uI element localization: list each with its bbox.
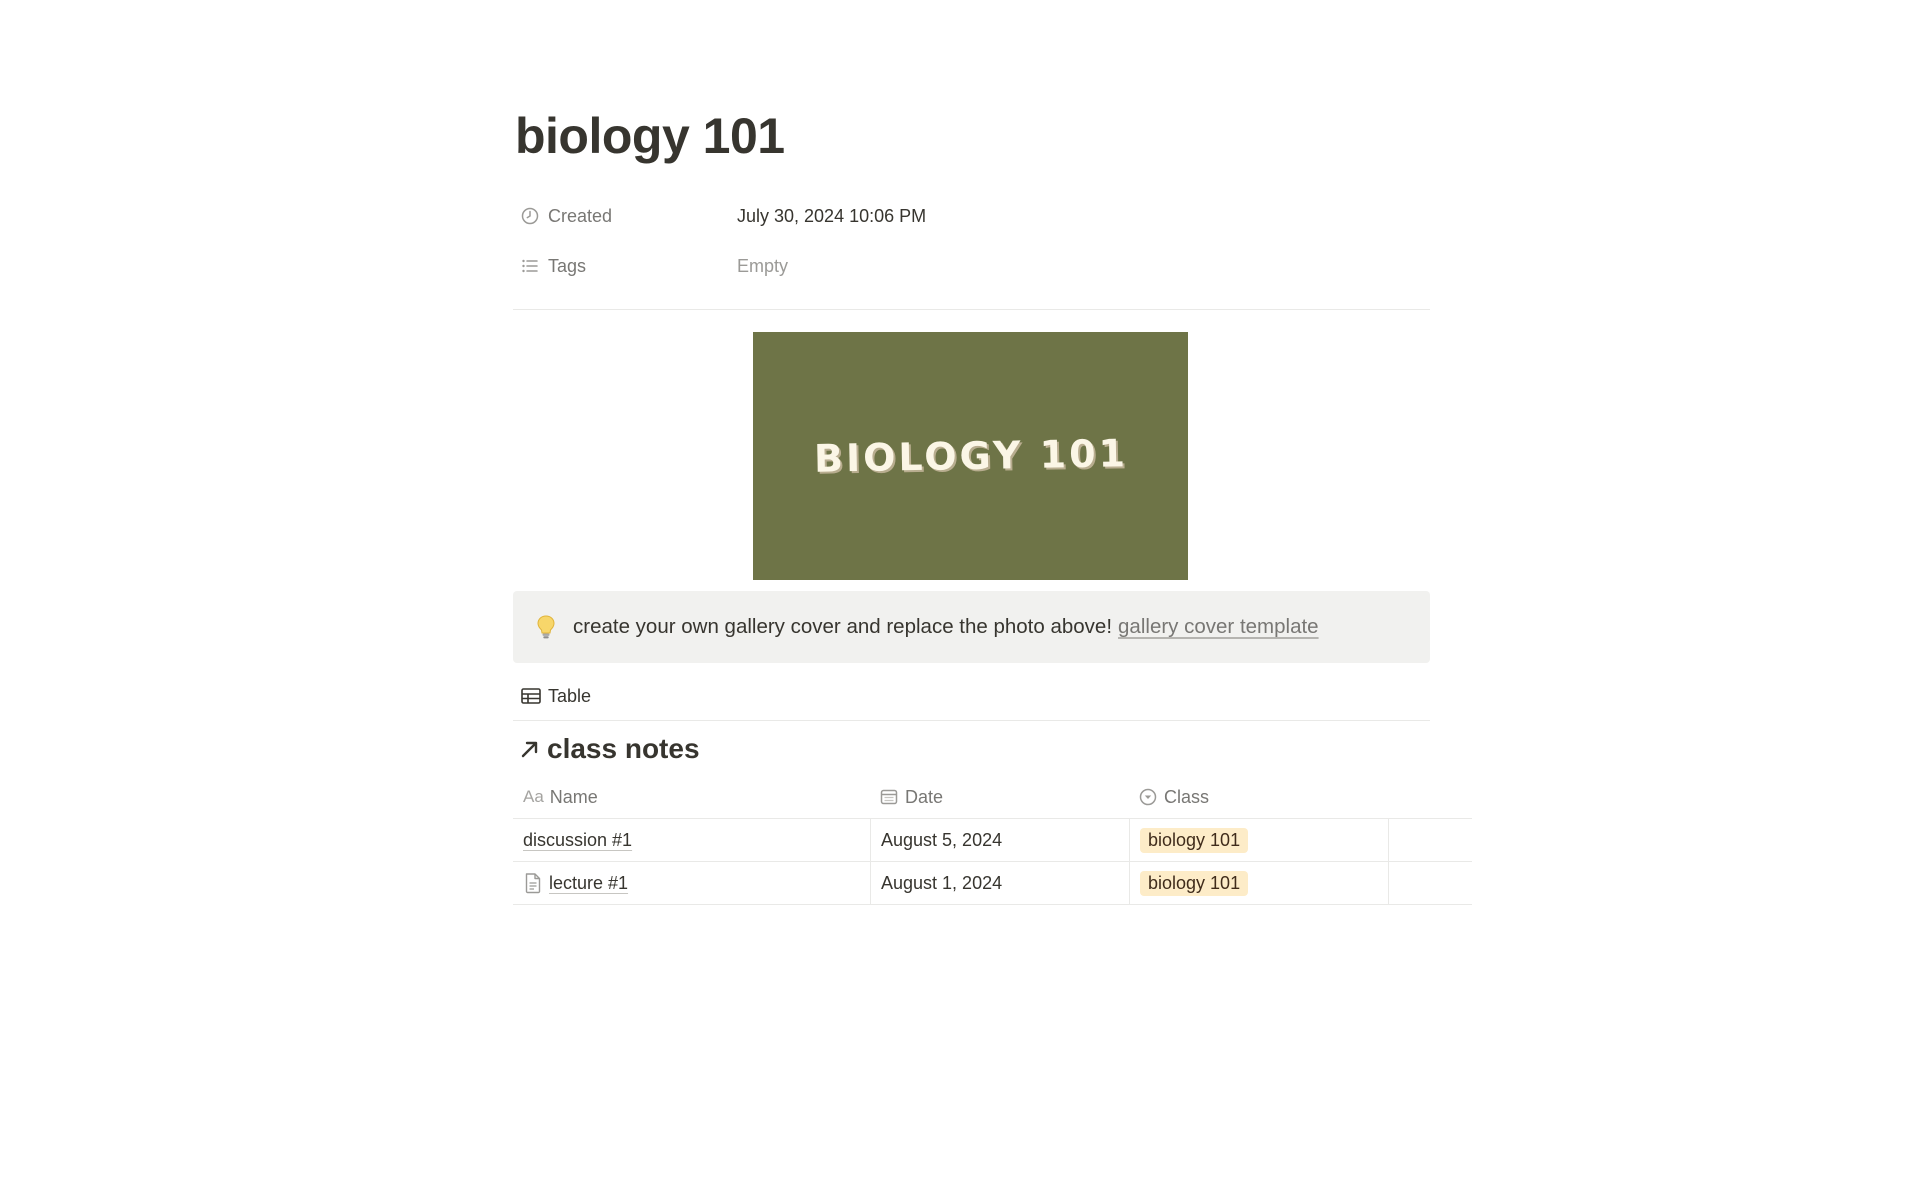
property-label: Created (515, 205, 737, 227)
row-page-link[interactable]: lecture #1 (549, 873, 628, 894)
cover-image[interactable]: BIOLOGY 101 (753, 332, 1188, 580)
property-value-created[interactable]: July 30, 2024 10:06 PM (737, 206, 926, 227)
table-row[interactable]: lecture #1 August 1, 2024 biology 101 (513, 862, 1472, 905)
cell-empty (1388, 862, 1472, 904)
column-header-class[interactable]: Class (1129, 776, 1388, 818)
database-table: Aa Name Date Class discussion #1 August … (513, 776, 1472, 905)
class-tag: biology 101 (1140, 870, 1249, 896)
callout-block[interactable]: create your own gallery cover and replac… (513, 591, 1430, 663)
page-icon (523, 872, 543, 894)
property-tags[interactable]: Tags Empty (515, 248, 1430, 284)
property-label-text: Created (548, 205, 613, 226)
column-header-label: Name (549, 786, 598, 807)
cell-class[interactable]: biology 101 (1129, 862, 1388, 904)
cell-name[interactable]: lecture #1 (513, 862, 870, 904)
property-created[interactable]: Created July 30, 2024 10:06 PM (515, 198, 1430, 234)
clock-icon (519, 205, 541, 227)
callout-text: create your own gallery cover and replac… (573, 615, 1113, 638)
cell-name[interactable]: discussion #1 (513, 819, 870, 861)
column-header-date[interactable]: Date (870, 776, 1129, 818)
page-title[interactable]: biology 101 (515, 108, 785, 166)
text-aa-icon: Aa (523, 787, 544, 806)
gallery-cover-template-link[interactable]: gallery cover template (1118, 615, 1319, 639)
column-header-label: Date (905, 786, 944, 807)
column-header-label: Class (1164, 786, 1210, 807)
table-icon (521, 687, 541, 705)
column-header-add[interactable] (1388, 776, 1472, 818)
property-label-text: Tags (548, 255, 587, 276)
property-value-tags[interactable]: Empty (737, 256, 788, 277)
calendar-icon (880, 788, 898, 806)
database-title-text: class notes (547, 733, 700, 764)
properties-divider (513, 309, 1430, 310)
tab-table-label: Table (548, 685, 592, 706)
class-tag: biology 101 (1140, 827, 1249, 853)
arrow-up-right-icon (519, 738, 541, 760)
view-tabs-divider (513, 720, 1430, 721)
column-header-name[interactable]: Aa Name (513, 776, 870, 818)
lightbulb-icon[interactable] (533, 614, 559, 640)
database-title[interactable]: class notes (519, 733, 700, 765)
row-page-link[interactable]: discussion #1 (523, 830, 632, 851)
cover-image-text: BIOLOGY 101 (813, 431, 1128, 481)
cell-empty (1388, 819, 1472, 861)
table-header: Aa Name Date Class (513, 776, 1472, 819)
table-row[interactable]: discussion #1 August 5, 2024 biology 101 (513, 819, 1472, 862)
select-icon (1139, 788, 1157, 806)
list-icon (519, 255, 541, 277)
cell-class[interactable]: biology 101 (1129, 819, 1388, 861)
cell-date[interactable]: August 5, 2024 (870, 819, 1129, 861)
cell-date[interactable]: August 1, 2024 (870, 862, 1129, 904)
tab-table-view[interactable]: Table (521, 683, 591, 709)
property-label: Tags (515, 255, 737, 277)
